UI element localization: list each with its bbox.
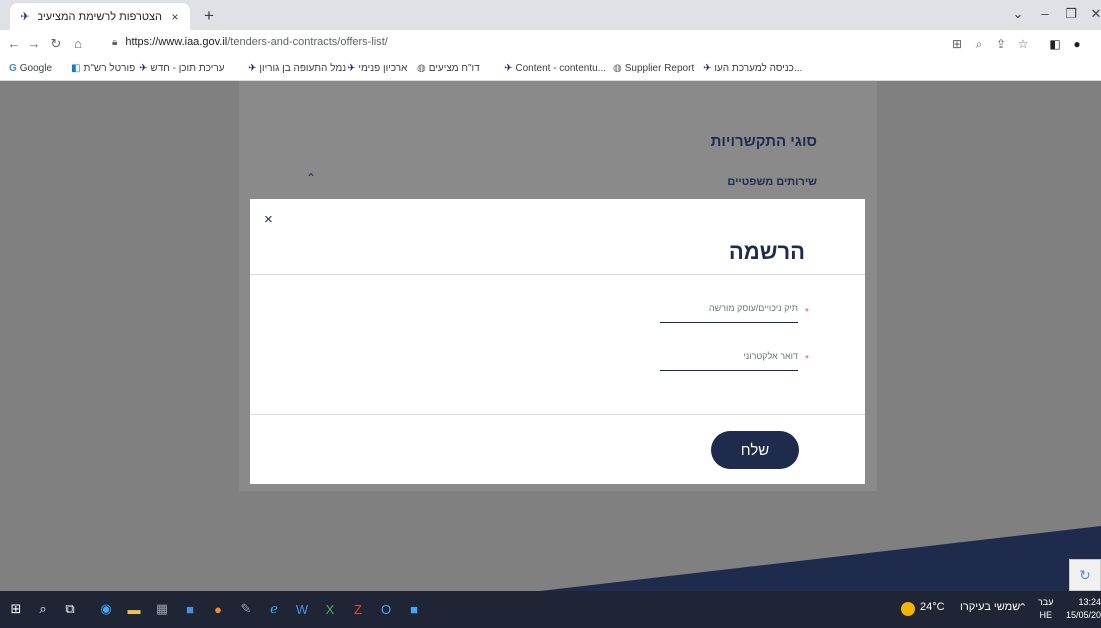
temperature[interactable]: 24°C — [920, 601, 945, 613]
lock-icon: 🔒︎ — [112, 36, 118, 48]
maximize-icon[interactable]: ❐ — [1061, 6, 1081, 22]
globe-icon: ◍ — [613, 63, 622, 74]
bookmark-airport[interactable]: ✈ נמל התעופה בן גוריון — [245, 63, 346, 74]
app-window-icon[interactable]: ■ — [406, 601, 422, 617]
minimize-icon[interactable]: – — [1035, 6, 1055, 21]
bookmarks-bar: G Google ◧ פורטל רש"ת ✈ עריכת תוכן - חדש ✈ נ… — [0, 59, 1101, 81]
close-window-icon[interactable]: ✕ — [1086, 6, 1101, 22]
bookmark-archive[interactable]: ✈ ארכיון פנימי — [344, 63, 407, 74]
required-marker: * — [805, 307, 809, 318]
browser-tab-strip: ✈ הצטרפות לרשימת המציעים × + ⌄ – ❐ ✕ — [0, 0, 1101, 30]
translate-icon[interactable]: ⊞ — [948, 37, 966, 51]
weather-icon[interactable] — [901, 602, 915, 616]
profile-icon[interactable]: ● — [1068, 37, 1086, 51]
chevron-up-icon[interactable]: ⌃ — [306, 171, 316, 185]
bookmark-content-edit[interactable]: ✈ עריכת תוכן - חדש — [136, 63, 225, 74]
app-window-icon[interactable]: ■ — [182, 601, 198, 617]
new-tab-button[interactable]: + — [199, 6, 219, 26]
tab-close-icon[interactable]: × — [168, 10, 182, 24]
outlook-icon[interactable]: O — [378, 601, 394, 617]
bookmark-system-login[interactable]: ✈ כניסה למערכת העו... — [700, 63, 802, 74]
bookmark-star-icon[interactable]: ☆ — [1014, 37, 1032, 51]
registration-modal: × הרשמה * תיק ניכויים/עוסק מורשה * דואר … — [250, 199, 865, 484]
reload-icon[interactable]: ↻ — [48, 36, 64, 52]
tax-id-field[interactable]: תיק ניכויים/עוסק מורשה — [660, 303, 798, 323]
airplane-favicon-icon: ✈ — [20, 11, 30, 23]
bookmark-google[interactable]: G Google — [6, 63, 52, 74]
search-icon[interactable]: ⌕ — [35, 601, 51, 617]
bookmark-supplier-report[interactable]: ◍ Supplier Report — [610, 63, 694, 74]
task-view-icon[interactable]: ⧉ — [62, 601, 78, 617]
globe-icon: ◍ — [417, 63, 426, 74]
tab-title: הצטרפות לרשימת המציעים — [38, 10, 162, 23]
divider — [250, 274, 865, 275]
share-icon[interactable]: ⇪ — [992, 37, 1010, 51]
airplane-icon: ✈ — [248, 63, 257, 74]
zoom-icon[interactable]: ⌕ — [970, 37, 988, 52]
airplane-icon: ✈ — [504, 63, 513, 74]
airplane-icon: ✈ — [703, 63, 712, 74]
windows-taskbar: ⊞ ⌕ ⧉ ◉ ▬ ▦ ■ ● ✎ ℯ W X Z O ■ 24°C שמשי … — [0, 591, 1101, 628]
back-icon[interactable]: ← — [6, 36, 22, 51]
word-icon[interactable]: W — [294, 601, 310, 617]
airplane-icon: ✈ — [347, 63, 356, 74]
filezilla-icon[interactable]: Z — [350, 601, 366, 617]
required-marker: * — [805, 354, 809, 365]
windows-start-icon[interactable]: ⊞ — [8, 601, 24, 617]
address-bar-row: ← → ↻ ⌂ 🔒︎ https://www.iaa.gov.il/tender… — [0, 30, 1101, 59]
forward-icon[interactable]: → — [26, 36, 42, 51]
bookmark-portal[interactable]: ◧ פורטל רש"ת — [68, 63, 135, 74]
modal-title: הרשמה — [728, 239, 805, 264]
paint-icon[interactable]: ✎ — [238, 601, 254, 617]
section-title: סוגי התקשרויות — [710, 133, 817, 150]
excel-icon[interactable]: X — [322, 601, 338, 617]
divider — [250, 414, 865, 415]
portal-icon: ◧ — [71, 63, 81, 74]
email-field[interactable]: דואר אלקטרוני — [660, 351, 798, 371]
edge-icon[interactable]: ◉ — [98, 601, 114, 617]
ie-icon[interactable]: ℯ — [266, 601, 282, 617]
submit-button[interactable]: שלח — [711, 431, 799, 469]
google-icon: G — [9, 63, 17, 74]
close-icon[interactable]: × — [264, 211, 273, 228]
recaptcha-icon[interactable]: ↻ — [1069, 559, 1101, 591]
side-panel-icon[interactable]: ◧ — [1046, 37, 1064, 51]
clock[interactable]: 13:24 15/05/20 — [1063, 596, 1101, 622]
language-indicator[interactable]: עבר HE — [1038, 596, 1053, 622]
chrome-icon[interactable]: ● — [210, 601, 226, 617]
browser-tab[interactable]: ✈ הצטרפות לרשימת המציעים × — [10, 3, 190, 30]
page-viewport: סוגי התקשרויות שירותים משפטיים ⌃ × הרשמה… — [0, 81, 1101, 591]
file-explorer-icon[interactable]: ▬ — [126, 601, 142, 617]
weather-text[interactable]: שמשי בעיקרו — [960, 601, 1020, 613]
url-field[interactable]: 🔒︎ https://www.iaa.gov.il/tenders-and-co… — [112, 36, 388, 48]
home-icon[interactable]: ⌂ — [70, 36, 86, 51]
url-host: https://www.iaa.gov.il — [125, 36, 228, 48]
airplane-icon: ✈ — [139, 63, 148, 74]
url-path: /tenders-and-contracts/offers-list/ — [227, 36, 388, 48]
bookmark-content[interactable]: ✈ Content - contentu... — [501, 63, 606, 74]
chevron-up-icon[interactable]: ⌃ — [1018, 601, 1027, 614]
bookmark-bidders-report[interactable]: ◍ דו"ח מציעים — [414, 63, 480, 74]
tab-search-icon[interactable]: ⌄ — [1008, 6, 1028, 22]
category-title[interactable]: שירותים משפטיים — [727, 176, 817, 188]
app-icon[interactable]: ▦ — [154, 601, 170, 617]
